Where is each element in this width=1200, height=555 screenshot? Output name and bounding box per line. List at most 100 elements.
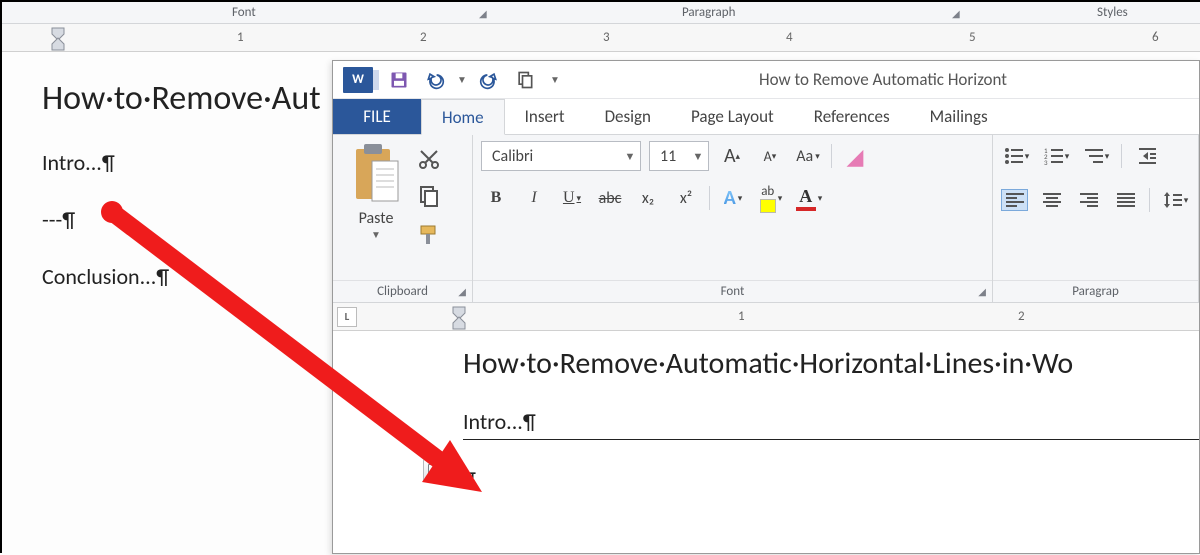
tab-mailings[interactable]: Mailings: [910, 99, 1008, 134]
line-spacing-button[interactable]: ▾: [1160, 185, 1190, 215]
bg-ruler-2: 2: [420, 30, 427, 45]
shrink-font-button[interactable]: A▾: [755, 141, 785, 171]
grow-font-button[interactable]: A▴: [717, 141, 747, 171]
fg-doc-empty-para: ¶: [463, 466, 1199, 493]
decrease-indent-button[interactable]: [1132, 141, 1162, 171]
fg-ribbon-tabs: FILE Home Insert Design Page Layout Refe…: [333, 99, 1199, 135]
clipboard-launcher-icon[interactable]: ◢: [458, 285, 466, 298]
fg-document-area[interactable]: How·to·Remove·Automatic·Horizontal·Lines…: [333, 331, 1199, 493]
bg-ruler-6: 6: [1152, 30, 1159, 45]
qat-undo-dropdown[interactable]: ▼: [453, 61, 471, 99]
fg-titlebar: W ▼ ▼ How to Remove Automatic Horizont: [333, 61, 1199, 99]
paste-icon: [350, 143, 402, 205]
bg-ruler-numbers: 1 2 3 4 5 6: [2, 24, 1200, 51]
fg-auto-horizontal-line: [463, 439, 1199, 440]
bg-ruler-3: 3: [603, 30, 610, 45]
group-label-font: Font ◢: [473, 280, 992, 302]
multilevel-list-button[interactable]: ▾: [1081, 141, 1111, 171]
superscript-button[interactable]: x²: [671, 183, 701, 213]
bg-ribbon-group-labels: Font ◢ Paragraph ◢ Styles: [2, 2, 1200, 24]
text-effects-button[interactable]: A▾: [718, 183, 748, 213]
underline-button[interactable]: U▾: [557, 183, 587, 213]
fg-doc-heading: How·to·Remove·Automatic·Horizontal·Lines…: [463, 345, 1199, 382]
bg-paragraph-launcher-icon[interactable]: ◢: [952, 7, 960, 20]
numbering-button[interactable]: 123▾: [1041, 141, 1071, 171]
highlight-button[interactable]: ab ▾: [756, 183, 786, 213]
fg-doc-intro: Intro...¶: [463, 408, 1199, 435]
group-clipboard: Paste ▼ Clipboard ◢: [333, 135, 473, 302]
bullets-icon: [1003, 145, 1025, 167]
group-font: Calibri ▼ 11 ▼ A▴ A▾ Aa▾: [473, 135, 993, 302]
font-color-icon: A: [796, 186, 816, 211]
svg-text:3: 3: [1044, 158, 1048, 167]
chevron-down-icon: ▼: [688, 150, 708, 163]
bg-font-launcher-icon[interactable]: ◢: [479, 7, 487, 20]
fg-indent-marker-icon[interactable]: [451, 303, 467, 336]
qat-save-button[interactable]: [381, 61, 417, 99]
tab-home[interactable]: Home: [421, 99, 505, 135]
eraser-icon: ◢: [847, 143, 864, 170]
bg-group-styles: Styles: [1097, 5, 1128, 20]
font-name-combo[interactable]: Calibri ▼: [481, 141, 641, 171]
font-launcher-icon[interactable]: ◢: [978, 285, 986, 298]
bg-ruler-5: 5: [969, 30, 976, 45]
separator: [1121, 144, 1122, 168]
copy-icon: [417, 185, 441, 209]
fg-ruler-2: 2: [1018, 309, 1025, 324]
copy-button[interactable]: [417, 185, 441, 209]
numbering-icon: 123: [1043, 145, 1065, 167]
italic-button[interactable]: I: [519, 183, 549, 213]
tab-file[interactable]: FILE: [333, 99, 421, 134]
word-logo-icon: W: [343, 67, 373, 93]
fg-ribbon: Paste ▼ Clipboard ◢: [333, 135, 1199, 303]
align-justify-button[interactable]: [1112, 189, 1139, 211]
group-label-paragraph-text: Paragrap: [1072, 284, 1119, 299]
separator: [831, 144, 832, 168]
font-color-button[interactable]: A ▾: [794, 183, 824, 213]
align-right-button[interactable]: [1075, 189, 1102, 211]
align-left-button[interactable]: [1001, 189, 1028, 211]
subscript-button[interactable]: x₂: [633, 183, 663, 213]
fg-window-title: How to Remove Automatic Horizont: [567, 69, 1199, 90]
group-label-font-text: Font: [721, 284, 745, 299]
clear-formatting-button[interactable]: ◢: [840, 141, 870, 171]
group-label-clipboard-text: Clipboard: [377, 284, 428, 299]
format-painter-button[interactable]: [417, 223, 441, 247]
tab-references[interactable]: References: [794, 99, 910, 134]
change-case-button[interactable]: Aa▾: [793, 141, 823, 171]
font-size-combo[interactable]: 11 ▼: [649, 141, 709, 171]
change-case-icon: Aa: [796, 147, 813, 166]
multilevel-list-icon: [1083, 145, 1105, 167]
qat-undo-button[interactable]: [417, 61, 453, 99]
autocorrect-options-button[interactable]: [423, 459, 451, 481]
bg-ruler-1: 1: [237, 30, 244, 45]
tab-design[interactable]: Design: [585, 99, 671, 134]
separator: [709, 186, 710, 210]
format-painter-icon: [417, 223, 441, 247]
highlight-icon: ab: [760, 184, 776, 213]
bold-button[interactable]: B: [481, 183, 511, 213]
bg-group-paragraph: Paragraph: [682, 5, 735, 20]
text-effects-icon: A: [724, 186, 736, 210]
fg-ruler[interactable]: L 1 2: [333, 303, 1199, 331]
tab-page-layout[interactable]: Page Layout: [671, 99, 794, 134]
font-size-value: 11: [660, 147, 676, 166]
strikethrough-button[interactable]: abc: [595, 183, 625, 213]
bullets-button[interactable]: ▾: [1001, 141, 1031, 171]
line-spacing-icon: [1162, 189, 1184, 211]
qat-copy-button[interactable]: [507, 61, 543, 99]
paste-button[interactable]: Paste ▼: [341, 141, 411, 274]
foreground-word-window: W ▼ ▼ How to Remove Automatic Horizont F…: [332, 60, 1200, 554]
tab-insert[interactable]: Insert: [505, 99, 585, 134]
cut-button[interactable]: [417, 147, 441, 171]
font-name-value: Calibri: [492, 147, 533, 166]
bg-ruler-4: 4: [786, 30, 793, 45]
chevron-down-icon: ▼: [341, 228, 411, 241]
tab-selector-icon[interactable]: L: [337, 307, 357, 327]
qat-redo-button[interactable]: [471, 61, 507, 99]
align-center-button[interactable]: [1038, 189, 1065, 211]
bg-ruler[interactable]: 1 2 3 4 5 6: [2, 24, 1200, 52]
scissors-icon: [417, 147, 441, 171]
qat-customize-dropdown[interactable]: ▼: [543, 61, 567, 99]
redo-icon: [479, 70, 499, 90]
